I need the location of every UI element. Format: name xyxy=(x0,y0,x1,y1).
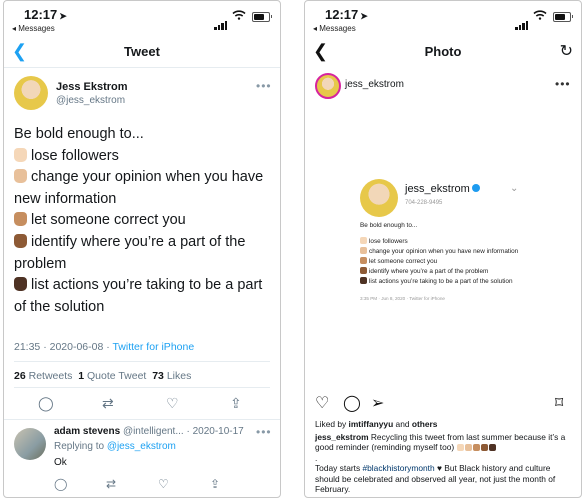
tweet-line: lose followers xyxy=(14,146,276,168)
photo-phone: 704-228-9495 xyxy=(405,200,443,206)
send-icon[interactable]: ➢ xyxy=(371,393,384,413)
verified-badge-icon xyxy=(471,184,480,192)
signal-icon xyxy=(515,12,529,30)
nav-bar: ❮ Photo ↻ xyxy=(305,37,581,67)
tweet-actions: ◯ ⇄ ♡ ⇪ xyxy=(4,395,280,415)
status-time: 12:17 ➤ xyxy=(24,7,67,22)
retweets-stat[interactable]: 26 Retweets xyxy=(14,370,72,382)
raised-fist-icon xyxy=(360,267,367,274)
share-icon[interactable]: ⇪ xyxy=(210,477,220,491)
raised-fist-icon xyxy=(360,237,367,244)
reply-text: Ok xyxy=(54,457,67,468)
page-title: Tweet xyxy=(124,44,160,59)
reply-date: · 2020-10-17 xyxy=(186,426,244,437)
reply-icon[interactable]: ◯ xyxy=(38,395,54,412)
liked-by-user-link[interactable]: imtiffanyyu xyxy=(349,419,394,429)
raised-fist-icon xyxy=(360,247,367,254)
comment-icon[interactable]: ◯ xyxy=(343,393,361,413)
page-title: Photo xyxy=(424,44,462,59)
tweet-source-link[interactable]: Twitter for iPhone xyxy=(112,341,194,353)
tweet-line: new information xyxy=(14,190,117,207)
tweet-timestamp: 21:35 · 2020-06-08 · xyxy=(14,341,110,353)
photo-tweet-meta: 3:35 PM · Jun 8, 2020 · Twitter for iPho… xyxy=(360,296,445,301)
status-bar: 12:17 ➤ ◂ Messages xyxy=(4,6,280,34)
heart-icon[interactable]: ♡ xyxy=(315,393,329,413)
post-caption: jess_ekstrom Recycling this tweet from l… xyxy=(315,432,566,495)
replying-to: Replying to @jess_ekstrom xyxy=(54,441,176,452)
twitter-screen: 12:17 ➤ ◂ Messages ❮ Tweet Jess Ekstrom @… xyxy=(3,0,281,498)
tweet-line: list actions you’re taking to be a part xyxy=(14,275,276,297)
raised-fist-icon xyxy=(14,169,27,184)
reply-author-handle[interactable]: @intelligent... xyxy=(123,426,184,437)
post-more-options-icon[interactable]: ••• xyxy=(555,77,571,91)
back-to-messages-link[interactable]: ◂ Messages xyxy=(313,24,356,33)
back-to-messages-link[interactable]: ◂ Messages xyxy=(12,24,55,33)
author-name[interactable]: Jess Ekstrom xyxy=(56,81,128,93)
bookmark-icon[interactable]: ⌑ xyxy=(555,393,563,413)
divider xyxy=(4,419,280,420)
refresh-icon[interactable]: ↻ xyxy=(560,41,573,61)
raised-fist-icon xyxy=(14,147,27,162)
post-photo[interactable]: jess_ekstrom ⌄ 704-228-9495 Be bold enou… xyxy=(305,103,581,389)
photo-username: jess_ekstrom xyxy=(405,183,480,195)
nav-bar: ❮ Tweet xyxy=(4,37,280,68)
likes-summary: Liked by imtiffanyyu and others xyxy=(315,419,438,429)
reply-author-avatar[interactable] xyxy=(14,428,46,460)
hashtag-link[interactable]: #blackhistorymonth xyxy=(362,463,434,473)
status-bar: 12:17 ➤ ◂ Messages xyxy=(305,6,581,34)
raised-fist-icon xyxy=(488,444,496,452)
share-icon[interactable]: ⇪ xyxy=(230,395,242,412)
tweet-line: change your opinion when you have xyxy=(14,167,276,189)
tweet-text: Be bold enough to... lose followers chan… xyxy=(14,124,276,318)
reply-more-options-icon[interactable]: ••• xyxy=(256,425,272,439)
battery-icon xyxy=(252,12,272,22)
tweet-line: let someone correct you xyxy=(14,210,276,232)
tweet-line: problem xyxy=(14,255,67,272)
tweet-line: of the solution xyxy=(14,298,105,315)
like-icon[interactable]: ♡ xyxy=(158,477,169,491)
raised-fist-icon xyxy=(456,444,464,452)
battery-icon xyxy=(553,12,573,22)
reply-header: adam stevens @intelligent... · 2020-10-1… xyxy=(54,426,244,437)
signal-icon xyxy=(214,12,228,30)
likes-stat[interactable]: 73 Likes xyxy=(152,370,191,382)
others-link[interactable]: others xyxy=(412,419,438,429)
raised-fist-icon xyxy=(464,444,472,452)
retweet-icon[interactable]: ⇄ xyxy=(106,477,116,491)
tweet-meta: 21:35 · 2020-06-08 · Twitter for iPhone xyxy=(14,341,194,353)
photo-tweet-text: Be bold enough to... lose followers chan… xyxy=(360,222,519,285)
post-author-username[interactable]: jess_ekstrom xyxy=(345,79,404,90)
tweet-stats: 26 Retweets 1 Quote Tweet 73 Likes xyxy=(14,370,191,382)
instagram-screen: 12:17 ➤ ◂ Messages ❮ Photo ↻ jess_ekstrom… xyxy=(304,0,582,498)
status-time: 12:17 ➤ xyxy=(325,7,368,22)
photo-avatar xyxy=(360,179,398,217)
reply-icon[interactable]: ◯ xyxy=(54,477,67,491)
raised-fist-icon xyxy=(360,257,367,264)
like-icon[interactable]: ♡ xyxy=(166,395,179,412)
wifi-icon xyxy=(232,10,246,20)
divider xyxy=(14,361,270,362)
raised-fist-icon xyxy=(14,212,27,227)
quote-tweets-stat[interactable]: 1 Quote Tweet xyxy=(78,370,146,382)
raised-fist-icon xyxy=(14,233,27,248)
black-heart-icon: ♥ xyxy=(436,463,442,474)
more-options-icon[interactable]: ••• xyxy=(256,79,272,93)
raised-fist-icon xyxy=(472,444,480,452)
retweet-icon[interactable]: ⇄ xyxy=(102,395,114,412)
author-handle[interactable]: @jess_ekstrom xyxy=(56,95,125,106)
divider xyxy=(14,387,270,388)
reply-mention-link[interactable]: @jess_ekstrom xyxy=(107,441,176,452)
tweet-line: identify where you’re a part of the xyxy=(14,232,276,254)
post-author-avatar[interactable] xyxy=(315,73,341,99)
chevron-down-icon: ⌄ xyxy=(510,183,519,194)
raised-fist-icon xyxy=(14,277,27,292)
author-avatar[interactable] xyxy=(14,76,48,110)
raised-fist-icon xyxy=(360,277,367,284)
wifi-icon xyxy=(533,10,547,20)
tweet-line: Be bold enough to... xyxy=(14,126,144,142)
caption-username[interactable]: jess_ekstrom xyxy=(315,432,369,442)
reply-author-name[interactable]: adam stevens xyxy=(54,426,120,437)
raised-fist-icon xyxy=(480,444,488,452)
